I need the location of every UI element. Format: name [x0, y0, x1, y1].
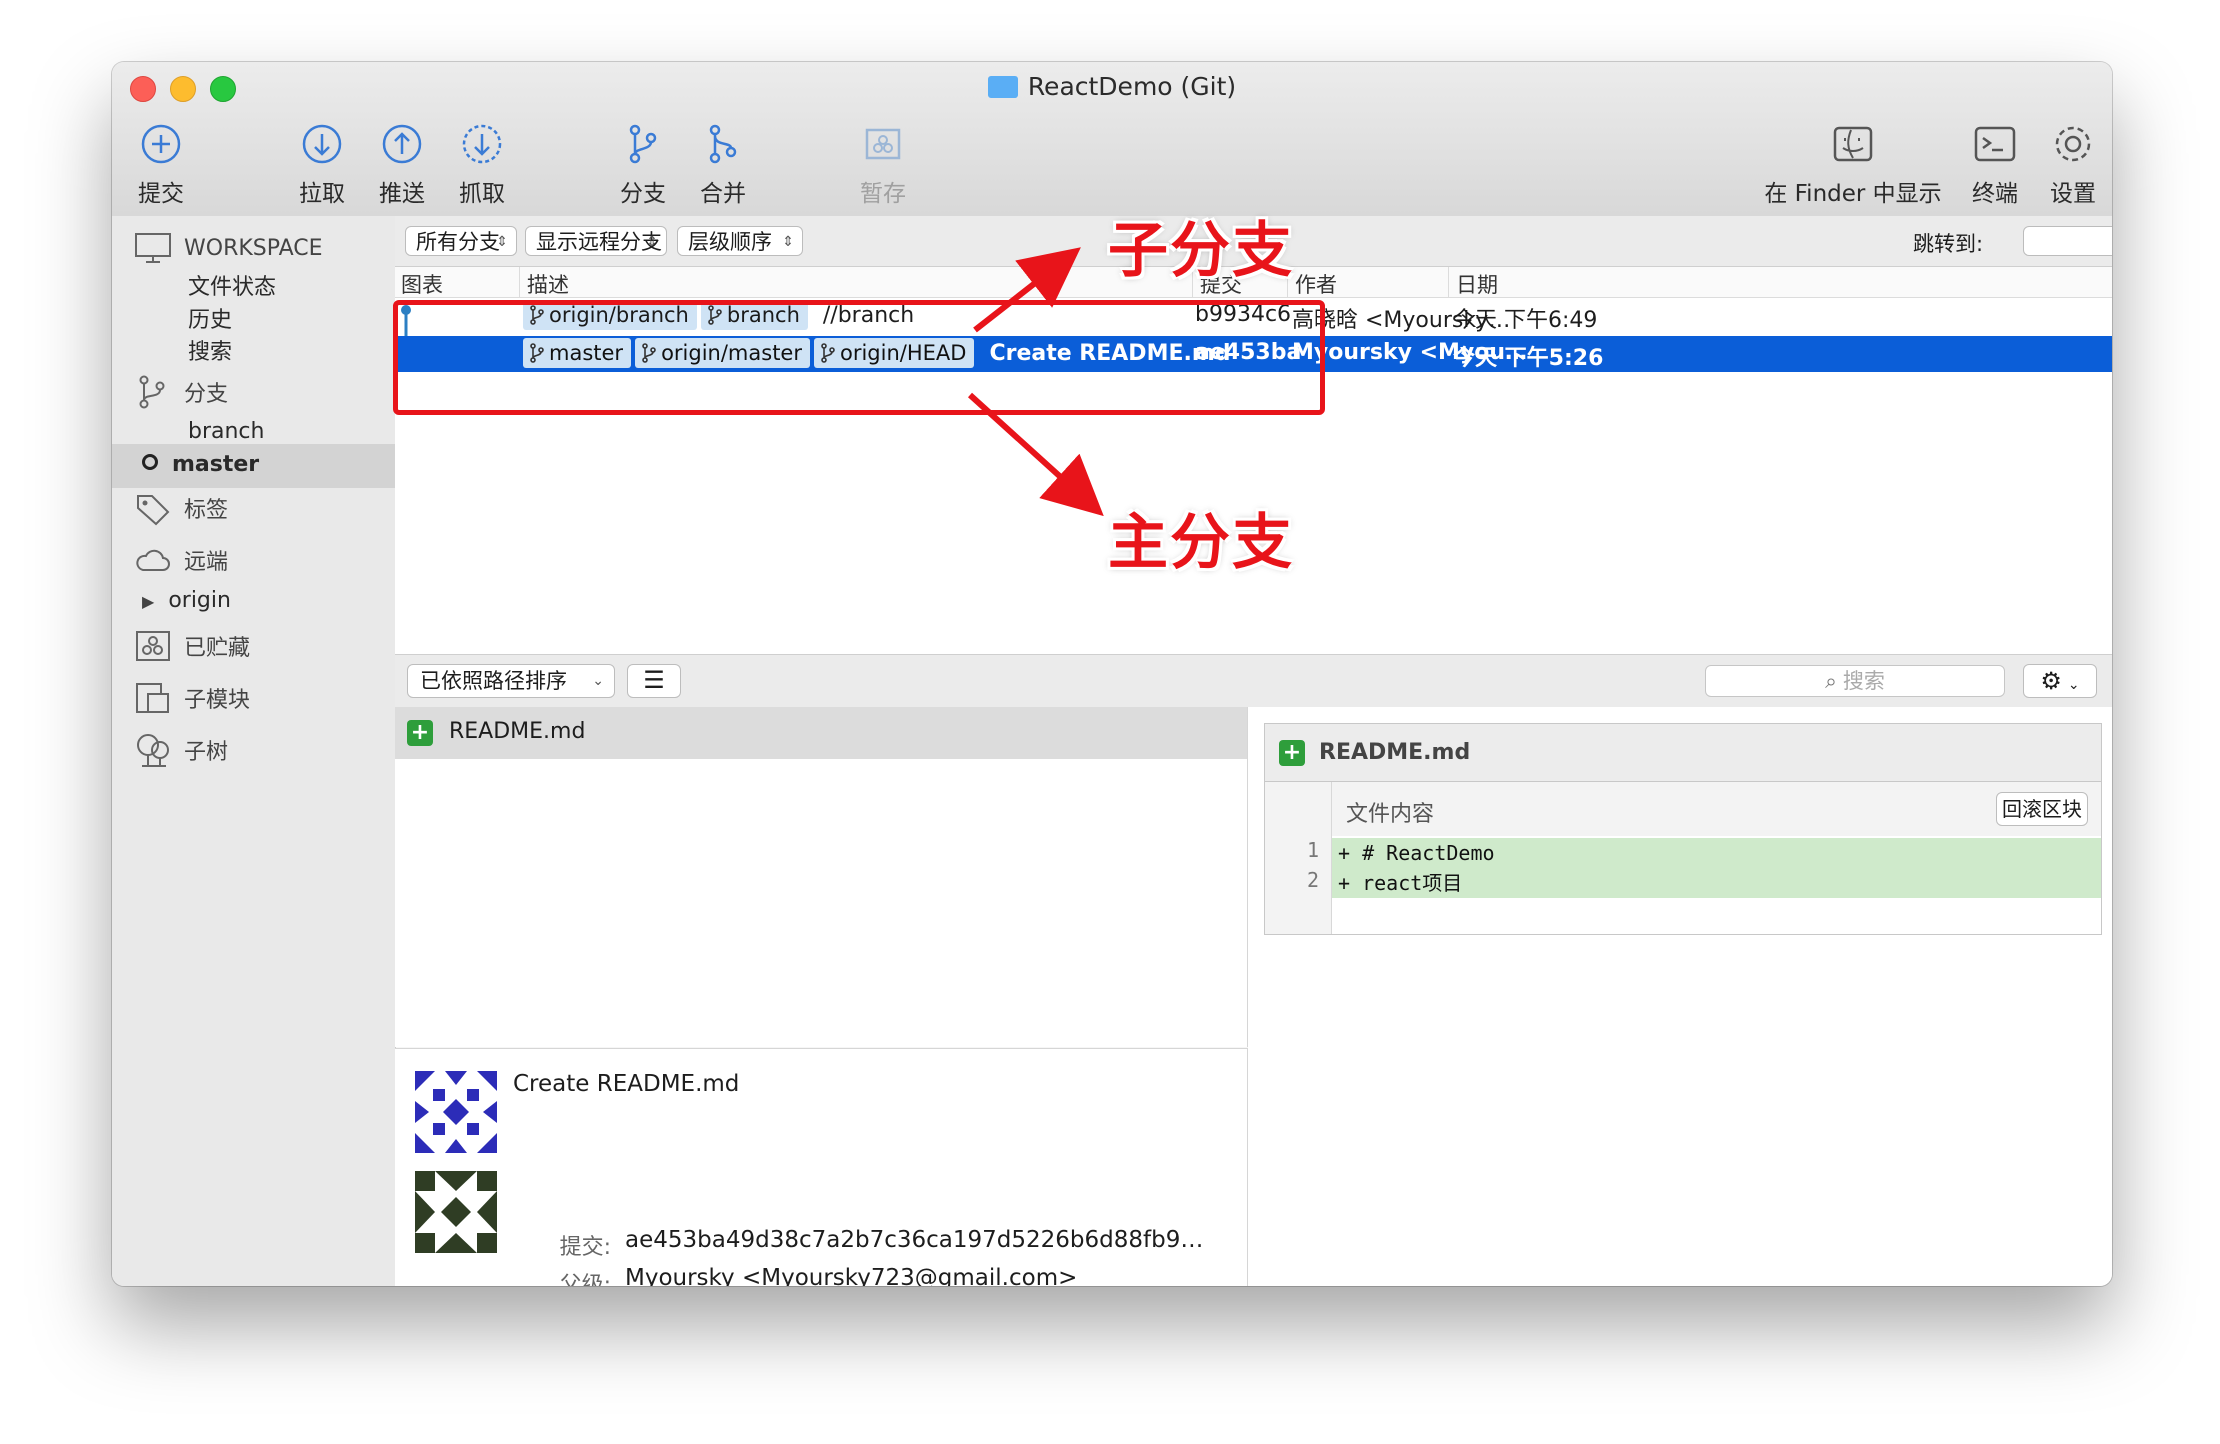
annotation-child-branch: 子分支 [1108, 216, 1294, 286]
arrow-to-child-branch [973, 247, 1081, 333]
arrow-to-main-branch [967, 392, 1104, 517]
annotation-main-branch: 主分支 [1108, 508, 1294, 578]
